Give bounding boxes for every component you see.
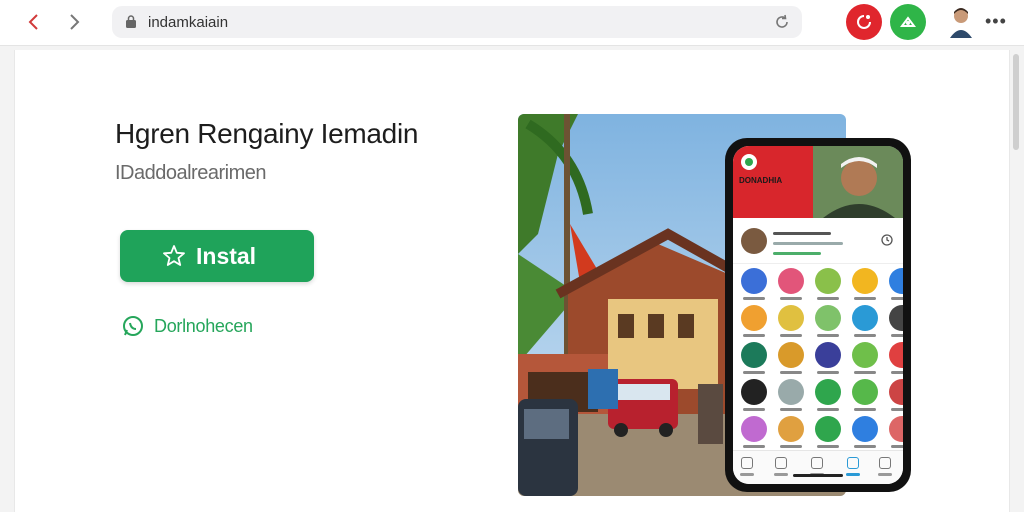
home-tab-label — [740, 473, 754, 476]
install-label: Instal — [196, 243, 257, 269]
banner-person-photo — [813, 146, 903, 218]
app-icon[interactable] — [778, 379, 804, 405]
app-icon[interactable] — [852, 379, 878, 405]
app-icon[interactable] — [741, 268, 767, 294]
scroll-thumb[interactable] — [1013, 54, 1019, 150]
app-icon-label — [891, 445, 903, 448]
app-icon-label — [743, 334, 765, 337]
more-menu-button[interactable]: ••• — [985, 11, 1007, 32]
app-icon[interactable] — [741, 305, 767, 331]
app-icon[interactable] — [815, 379, 841, 405]
phone-screen: DONADHIA — [733, 146, 903, 484]
page-subtitle: IDaddoalrearimen — [115, 162, 266, 184]
app-icon-label — [743, 445, 765, 448]
install-button[interactable]: Instal — [120, 230, 314, 282]
page-content: Hgren Rengainy Iemadin IDaddoalrearimen … — [14, 50, 1010, 512]
phone-mockup: DONADHIA — [725, 138, 911, 492]
app-icon[interactable] — [778, 268, 804, 294]
app-icon-label — [780, 297, 802, 300]
app-icon-label — [780, 371, 802, 374]
app-icon-label — [891, 371, 903, 374]
app-icon-label — [854, 445, 876, 448]
app-icon[interactable] — [815, 305, 841, 331]
app-icon-label — [780, 408, 802, 411]
red-extension-icon[interactable] — [846, 4, 882, 40]
profile-picture — [741, 228, 767, 254]
address-bar[interactable]: indamkaiain — [112, 6, 802, 38]
page-scrollbar[interactable] — [1012, 50, 1020, 490]
app-icon[interactable] — [889, 305, 903, 331]
profile-row[interactable] — [733, 220, 903, 264]
home-tab-icon[interactable] — [741, 457, 753, 469]
profile-tag-line — [773, 252, 821, 255]
app-icon[interactable] — [815, 268, 841, 294]
app-icon[interactable] — [852, 416, 878, 442]
chevron-left-icon — [28, 14, 38, 30]
app-icon[interactable] — [778, 342, 804, 368]
banner-red-panel: DONADHIA — [733, 146, 813, 218]
back-button[interactable] — [22, 10, 46, 34]
forward-button[interactable] — [62, 10, 86, 34]
reload-icon[interactable] — [772, 12, 792, 32]
settings-tab-icon[interactable] — [879, 457, 891, 469]
url-text: indamkaiain — [148, 14, 229, 31]
app-icon-label — [854, 334, 876, 337]
profile-avatar[interactable] — [948, 6, 974, 38]
app-icon[interactable] — [852, 342, 878, 368]
app-icon-label — [743, 371, 765, 374]
app-icon[interactable] — [889, 379, 903, 405]
chevron-right-icon — [70, 14, 80, 30]
clock-icon[interactable] — [881, 234, 893, 246]
app-icon-label — [817, 334, 839, 337]
banner-text: DONADHIA — [739, 176, 783, 185]
green-extension-icon[interactable] — [890, 4, 926, 40]
app-icon-label — [817, 408, 839, 411]
app-banner: DONADHIA — [733, 146, 903, 218]
profile-name-line — [773, 232, 831, 235]
app-icon-label — [891, 334, 903, 337]
whatsapp-icon — [123, 316, 143, 336]
phone-tabbar — [733, 450, 903, 484]
app-logo-icon — [741, 154, 757, 170]
app-icon-label — [817, 445, 839, 448]
app-icon-label — [743, 297, 765, 300]
app-icon[interactable] — [815, 416, 841, 442]
app-icon-label — [854, 371, 876, 374]
whatsapp-label: Dorlnohecen — [154, 316, 253, 336]
updates-tab-label — [846, 473, 860, 476]
app-icon[interactable] — [889, 342, 903, 368]
settings-tab-label — [878, 473, 892, 476]
lock-icon — [126, 15, 136, 28]
browser-toolbar: indamkaiain ••• — [0, 0, 1024, 46]
app-icon-label — [854, 408, 876, 411]
app-icon[interactable] — [741, 416, 767, 442]
app-icon-label — [891, 408, 903, 411]
app-icon-label — [780, 445, 802, 448]
app-icon[interactable] — [778, 305, 804, 331]
page-title: Hgren Rengainy Iemadin — [115, 118, 419, 149]
star-icon — [163, 245, 185, 266]
profile-status-line — [773, 242, 843, 245]
app-icon-label — [817, 371, 839, 374]
app-icon-label — [891, 297, 903, 300]
app-icon[interactable] — [852, 305, 878, 331]
app-icon-label — [854, 297, 876, 300]
app-icon[interactable] — [889, 416, 903, 442]
updates-tab-icon[interactable] — [847, 457, 859, 469]
app-icon[interactable] — [741, 342, 767, 368]
app-icon-label — [743, 408, 765, 411]
app-icon[interactable] — [741, 379, 767, 405]
app-icon[interactable] — [778, 416, 804, 442]
home-indicator — [793, 474, 843, 477]
chat-tab-icon[interactable] — [775, 457, 787, 469]
app-icon[interactable] — [852, 268, 878, 294]
app-icon-label — [817, 297, 839, 300]
app-icon[interactable] — [815, 342, 841, 368]
calls-tab-icon[interactable] — [811, 457, 823, 469]
app-icon[interactable] — [889, 268, 903, 294]
chat-tab-label — [774, 473, 788, 476]
app-icon-label — [780, 334, 802, 337]
